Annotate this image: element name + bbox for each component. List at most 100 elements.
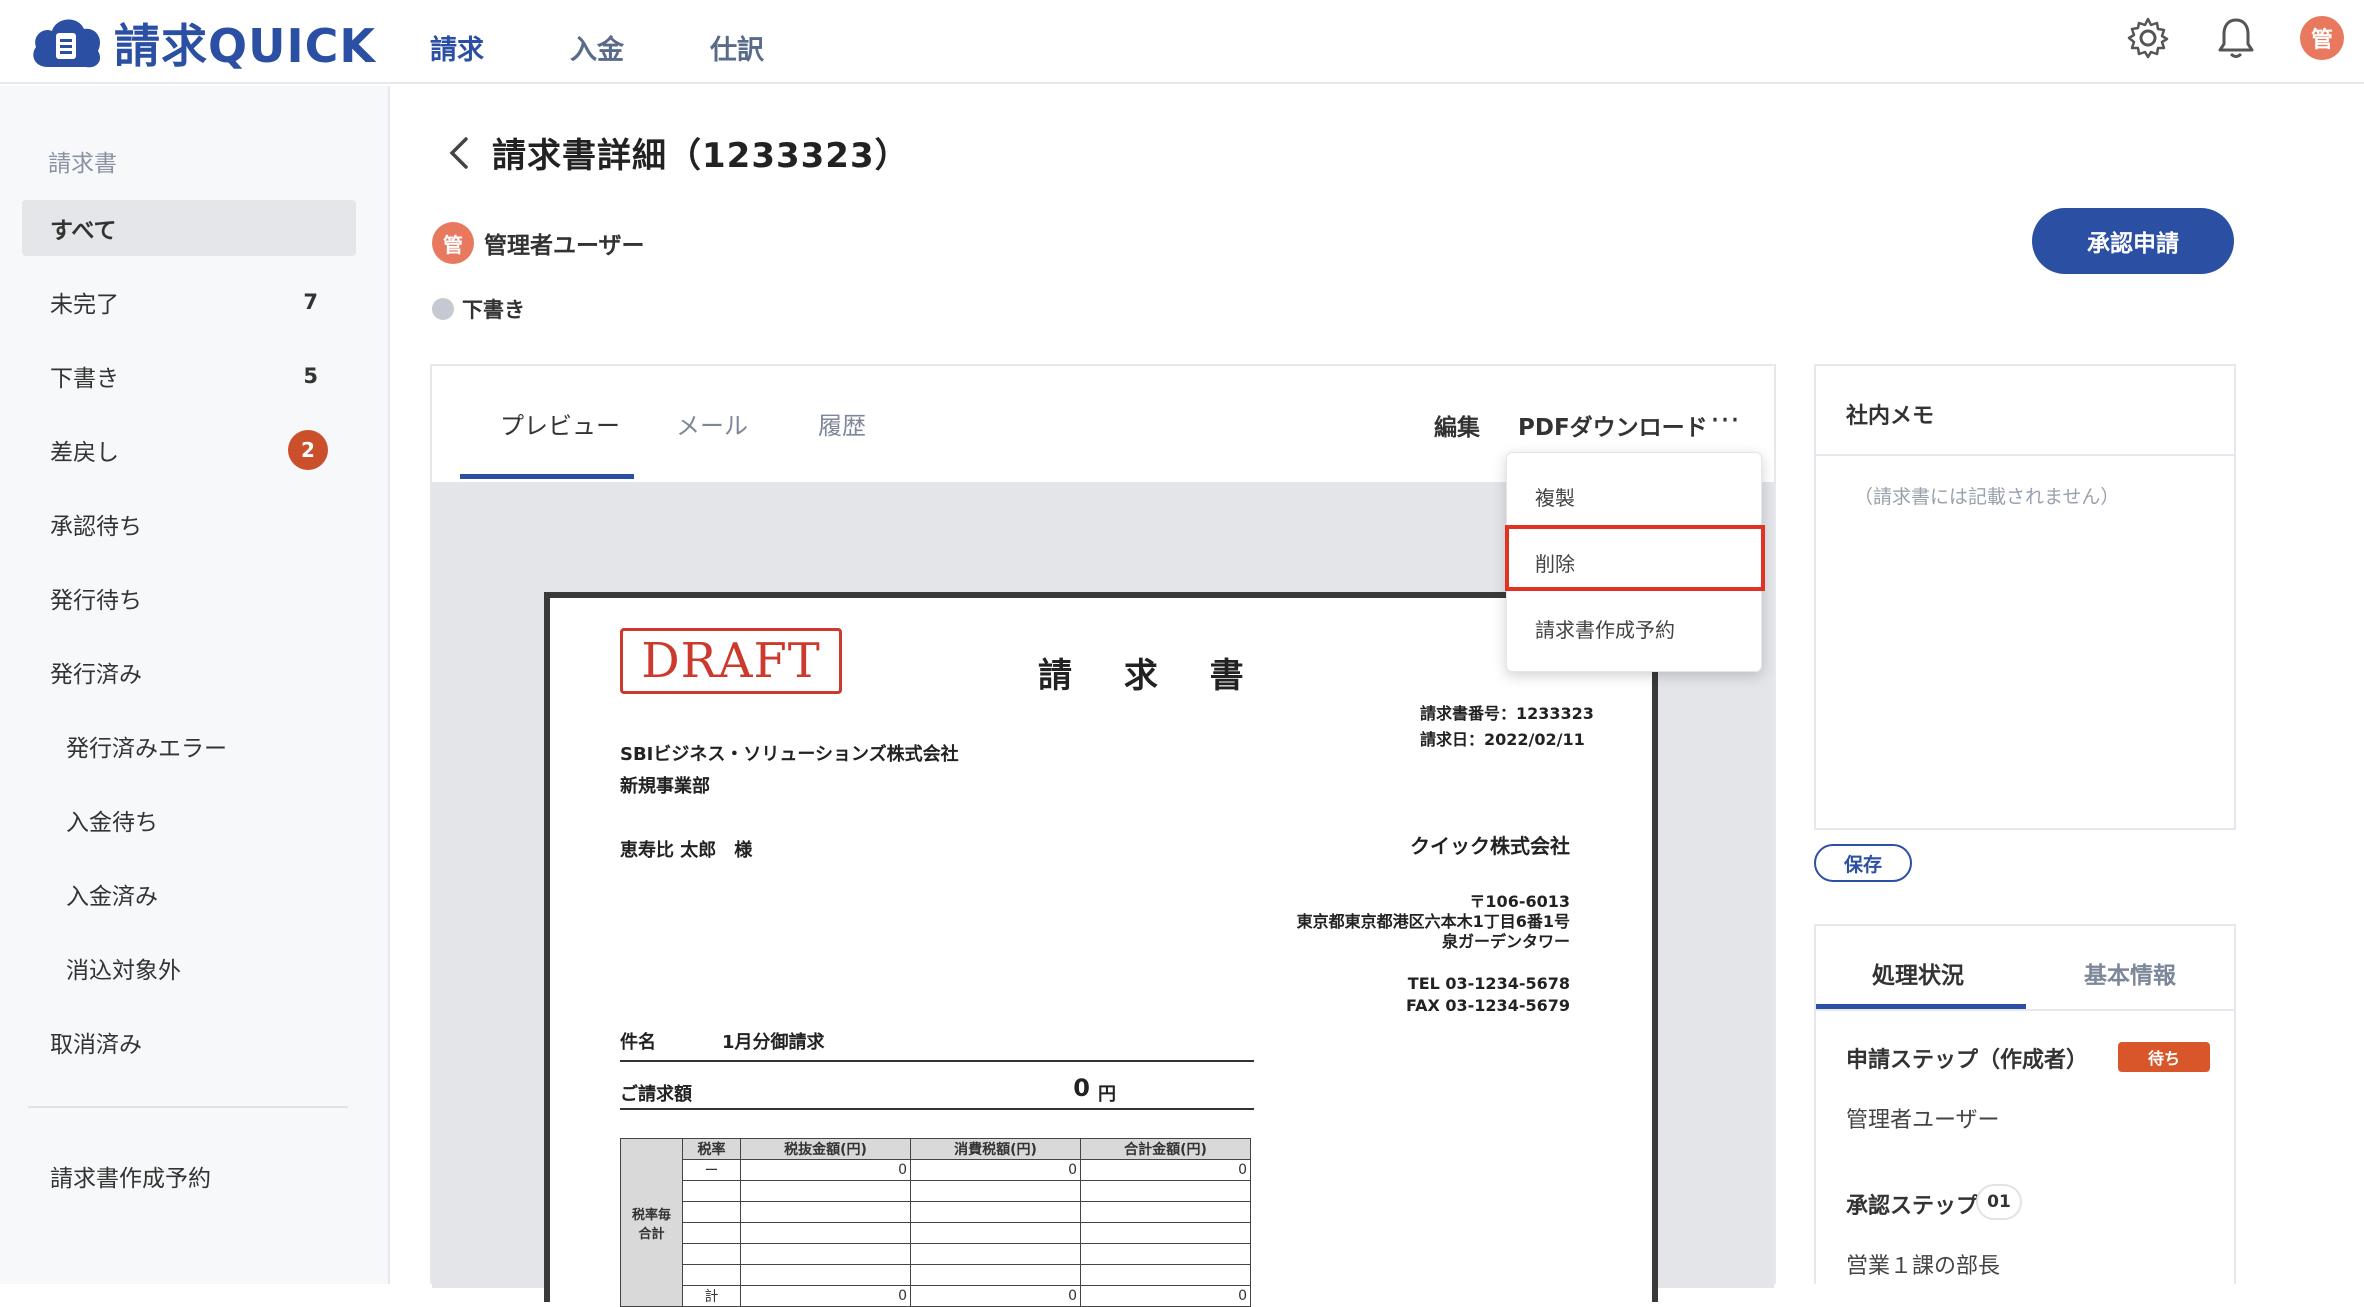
step-applicant-user: 管理者ユーザー [1846,1108,2000,1133]
table-row: 計 0 0 0 [621,1285,1251,1307]
edit-button[interactable]: 編集 [1434,408,1480,442]
issuer-building: 泉ガーデンタワー [1441,932,1570,951]
table-row [621,1201,1251,1223]
sidebar-item-label: 未完了 [50,292,119,318]
alert-badge: 2 [288,430,328,470]
nav-payment[interactable]: 入金 [570,28,624,67]
status-dot-icon [432,298,454,320]
tab-history[interactable]: 履歴 [818,406,866,441]
sidebar: 請求書 すべて 未完了 7 下書き 5 差戻し 2 承認待ち 発行待ち 発行済み 発行… [0,86,390,1284]
sidebar-item-draft[interactable]: 下書き 5 [22,348,356,404]
top-bar: 請求QUICK 請求 入金 仕訳 管 [0,0,2364,84]
tab-basic-info[interactable]: 基本情報 [2084,956,2176,990]
memo-title: 社内メモ [1846,404,1935,429]
menu-item-schedule[interactable]: 請求書作成予約 [1507,595,1761,661]
pdf-download-button[interactable]: PDFダウンロード [1518,408,1708,442]
sidebar-item-label: 請求書作成予約 [50,1166,211,1192]
sidebar-item-paid[interactable]: 入金済み [22,866,356,922]
memo-textarea[interactable]: （請求書には記載されません） [1854,482,2119,509]
table-cell: 0 [1080,1159,1251,1181]
sidebar-item-label: 発行済みエラー [66,736,227,762]
sidebar-item-awaiting-payment[interactable]: 入金待ち [22,792,356,848]
page-title: 請求書詳細（1233323） [492,136,910,176]
sidebar-item-excluded[interactable]: 消込対象外 [22,940,356,996]
bell-icon[interactable] [2212,14,2260,62]
cloud-logo-icon [33,19,101,68]
sidebar-item-label: 発行待ち [50,588,142,614]
nav-invoice[interactable]: 請求 [430,28,484,67]
sidebar-item-label: すべて [50,218,117,244]
sidebar-item-label: 消込対象外 [66,958,181,984]
sidebar-item-cancelled[interactable]: 取消済み [22,1014,356,1070]
invoice-document: DRAFT 請 求 書 請求書番号：1233323 請求日：2022/02/11… [544,592,1658,1307]
sidebar-item-awaiting-approval[interactable]: 承認待ち [22,496,356,552]
sidebar-item-label: 入金待ち [66,810,158,836]
sidebar-item-scheduled[interactable]: 請求書作成予約 [22,1148,356,1204]
sidebar-item-issue-error[interactable]: 発行済みエラー [22,718,356,774]
process-panel: 処理状況 基本情報 申請ステップ（作成者） 待ち 管理者ユーザー 承認ステップ … [1814,924,2236,1284]
sidebar-item-all[interactable]: すべて [22,200,356,256]
tab-preview[interactable]: プレビュー [500,406,620,441]
table-cell: ー [682,1159,741,1181]
count-badge: 7 [303,290,318,314]
menu-item-duplicate[interactable]: 複製 [1507,463,1761,529]
tab-process-status[interactable]: 処理状況 [1872,956,1964,990]
delete-highlight-box [1505,525,1765,591]
sidebar-item-incomplete[interactable]: 未完了 7 [22,274,356,330]
table-header: 税抜金額(円) [740,1138,911,1160]
status-row: 下書き [432,294,525,324]
sidebar-item-label: 取消済み [50,1032,142,1058]
table-row [621,1180,1251,1202]
step-approval-user: 営業１課の部長 [1846,1254,2001,1279]
invoice-number: 請求書番号：1233323 [1420,704,1594,723]
table-cell: 計 [682,1285,741,1307]
subject-value: 1月分御請求 [722,1032,825,1053]
owner-avatar: 管 [432,222,474,264]
main-nav: 請求 入金 仕訳 [430,28,764,67]
app-logo[interactable]: 請求QUICK [28,10,376,76]
step-number-badge: 01 [1976,1184,2022,1220]
table-row [621,1222,1251,1244]
gear-icon[interactable] [2124,14,2172,62]
client-department: 新規事業部 [620,776,710,797]
table-row [621,1264,1251,1286]
sidebar-item-awaiting-issue[interactable]: 発行待ち [22,570,356,626]
sidebar-item-label: 発行済み [50,662,142,688]
sidebar-section-title: 請求書 [48,151,117,177]
issuer-tel: TEL 03-1234-5678 [1407,974,1570,993]
invoice-date: 請求日：2022/02/11 [1420,730,1585,749]
more-options-icon[interactable]: ⋯ [1710,402,1742,437]
more-options-menu: 複製 削除 請求書作成予約 [1505,452,1765,672]
step-applicant: 申請ステップ（作成者） [1846,1048,2089,1073]
approval-request-button[interactable]: 承認申請 [2032,208,2234,274]
table-cell: 0 [910,1285,1081,1307]
owner-name: 管理者ユーザー [484,233,645,259]
table-header: 合計金額(円) [1080,1138,1251,1160]
step-approval: 承認ステップ [1846,1194,1979,1219]
table-cell: 0 [740,1285,911,1307]
count-badge: 5 [303,364,318,388]
tax-side-label: 税率毎 合計 [620,1138,683,1307]
amount-currency: 円 [1098,1084,1116,1105]
sidebar-item-label: 入金済み [66,884,158,910]
sidebar-item-label: 承認待ち [50,514,142,540]
sidebar-divider [28,1106,348,1108]
table-header: 消費税額(円) [910,1138,1081,1160]
table-row: ー 0 0 0 [621,1159,1251,1181]
sidebar-item-returned[interactable]: 差戻し 2 [22,422,356,478]
sidebar-item-issued[interactable]: 発行済み [22,644,356,700]
owner-row: 管 管理者ユーザー [432,222,645,264]
tab-mail[interactable]: メール [676,406,748,441]
table-cell: 0 [910,1159,1081,1181]
table-row [621,1243,1251,1265]
internal-memo: 社内メモ （請求書には記載されません） [1814,364,2236,830]
subject-label: 件名 [620,1032,656,1053]
app-name: 請求QUICK [114,19,376,73]
chevron-left-icon[interactable] [440,133,480,173]
save-button[interactable]: 保存 [1814,844,1912,882]
active-tab-indicator [460,474,634,479]
nav-journal[interactable]: 仕訳 [710,28,764,67]
sidebar-item-label: 下書き [50,366,119,392]
user-avatar[interactable]: 管 [2300,16,2344,60]
draft-stamp: DRAFT [620,628,842,694]
